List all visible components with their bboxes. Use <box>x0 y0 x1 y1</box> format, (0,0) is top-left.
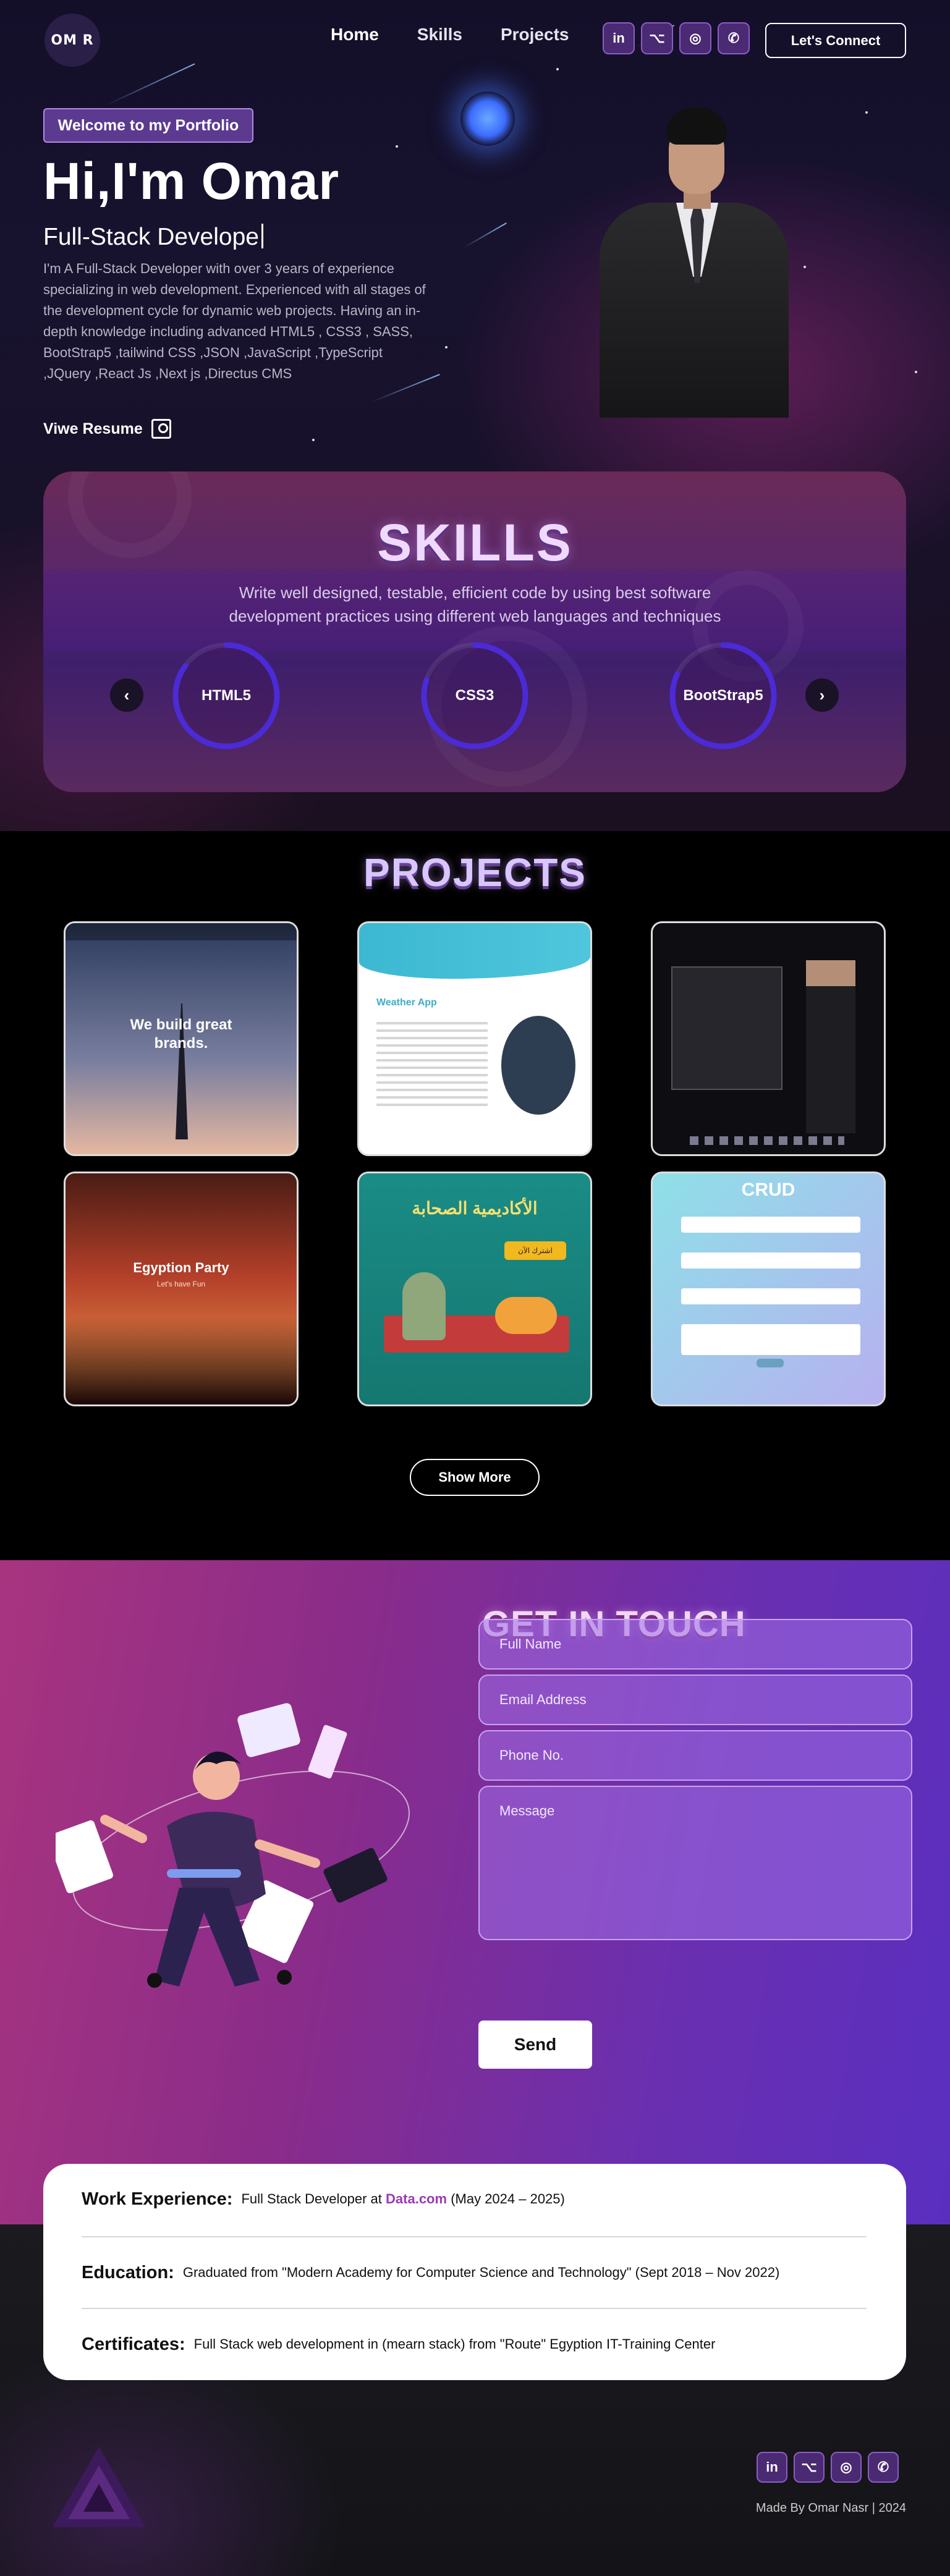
resume-label: Viwe Resume <box>43 420 143 437</box>
work-experience-row: Work Experience: Full Stack Developer at… <box>82 2164 867 2234</box>
education-row: Education: Graduated from "Modern Academ… <box>82 2237 867 2308</box>
skills-next-button[interactable]: › <box>805 678 839 712</box>
skills-description: Write well designed, testable, efficient… <box>229 583 721 625</box>
info-card: Work Experience: Full Stack Developer at… <box>43 2164 906 2380</box>
typed-role: Full-Stack Develope <box>43 224 259 250</box>
skill-ring-bootstrap5: BootStrap5 <box>666 639 780 753</box>
education-text: Graduated from "Modern Academy for Compu… <box>182 2265 780 2280</box>
skills-title: SKILLS <box>377 513 573 572</box>
instagram-icon[interactable]: ◎ <box>679 22 711 54</box>
star-decoration <box>312 439 315 441</box>
footer-social-links: in ⌥ ◎ ✆ <box>757 2452 899 2483</box>
nav-skills[interactable]: Skills <box>417 25 462 44</box>
projects-title: PROJECTS <box>363 850 587 895</box>
project-heading: الأكاديمية الصحابة <box>412 1199 538 1218</box>
contact-section: GET IN TOUCH Send <box>0 1560 950 2224</box>
linkedin-icon[interactable]: in <box>603 22 635 54</box>
whatsapp-icon[interactable]: ✆ <box>868 2452 899 2483</box>
certificates-label: Certificates: <box>82 2334 185 2354</box>
full-name-input[interactable] <box>478 1619 912 1670</box>
whatsapp-icon[interactable]: ✆ <box>718 22 750 54</box>
project-card[interactable] <box>651 921 886 1156</box>
logo-text: OM R <box>51 32 94 48</box>
project-card[interactable]: Weather App <box>357 921 592 1156</box>
nav-projects[interactable]: Projects <box>501 25 569 44</box>
show-more-button[interactable]: Show More <box>410 1459 540 1496</box>
star-decoration <box>915 371 917 373</box>
project-card[interactable]: الأكاديمية الصحابة اشترك الآن <box>357 1172 592 1406</box>
skills-prev-button[interactable]: ‹ <box>110 678 143 712</box>
welcome-badge: Welcome to my Portfolio <box>43 108 253 143</box>
star-decoration <box>396 145 398 148</box>
project-cta: اشترك الآن <box>504 1241 566 1260</box>
hero-subtitle: Full-Stack Develope <box>43 224 263 251</box>
lets-connect-button[interactable]: Let's Connect <box>765 23 906 58</box>
project-heading: We build great brands. <box>130 1016 232 1052</box>
view-resume-link[interactable]: Viwe Resume <box>43 419 171 439</box>
site-logo[interactable]: OM R <box>45 14 100 67</box>
work-text: Full Stack Developer at Data.com (May 20… <box>241 2191 565 2206</box>
skill-ring-css3: CSS3 <box>418 639 532 753</box>
nav-home[interactable]: Home <box>331 25 379 44</box>
message-textarea[interactable] <box>478 1786 912 1940</box>
project-card[interactable]: We build great brands. <box>64 921 299 1156</box>
hero-title: Hi,I'm Omar <box>43 152 340 210</box>
shooting-star <box>463 222 507 248</box>
project-heading: Egyption Party <box>133 1260 229 1275</box>
footer-logo <box>53 2447 145 2527</box>
projects-section: PROJECTS We build great brands. Weather … <box>0 831 950 1560</box>
profile-photo <box>593 104 795 418</box>
star-decoration <box>804 266 806 268</box>
project-subheading: Let's have Fun <box>156 1280 206 1288</box>
project-heading: Weather App <box>376 997 437 1008</box>
email-input[interactable] <box>478 1674 912 1725</box>
certificates-row: Certificates: Full Stack web development… <box>82 2309 867 2380</box>
education-label: Education: <box>82 2262 174 2283</box>
contact-illustration <box>56 1703 410 1988</box>
work-label: Work Experience: <box>82 2189 233 2209</box>
company-link[interactable]: Data.com <box>386 2191 447 2206</box>
glowing-orb-decoration <box>460 91 515 146</box>
star-decoration <box>556 68 559 70</box>
skill-label: BootStrap5 <box>683 687 763 704</box>
star-decoration <box>865 111 868 114</box>
star-decoration <box>445 346 447 348</box>
linkedin-icon[interactable]: in <box>757 2452 787 2483</box>
main-nav: Home Skills Projects <box>331 25 607 44</box>
typing-cursor <box>261 224 263 248</box>
phone-input[interactable] <box>478 1730 912 1781</box>
shooting-star <box>104 63 195 106</box>
project-card[interactable]: Egyption Party Let's have Fun <box>64 1172 299 1406</box>
skill-label: CSS3 <box>455 687 494 704</box>
skill-ring-html5: HTML5 <box>169 639 283 753</box>
hero-description: I'm A Full-Stack Developer with over 3 y… <box>43 261 426 381</box>
header-social-links: in ⌥ ◎ ✆ <box>603 22 750 54</box>
project-card[interactable]: CRUD <box>651 1172 886 1406</box>
github-icon[interactable]: ⌥ <box>641 22 673 54</box>
project-heading: CRUD <box>741 1180 795 1200</box>
instagram-icon[interactable]: ◎ <box>831 2452 862 2483</box>
skill-label: HTML5 <box>201 687 251 704</box>
github-icon[interactable]: ⌥ <box>794 2452 825 2483</box>
footer-credit: Made By Omar Nasr | 2024 <box>755 2501 906 2515</box>
send-button[interactable]: Send <box>478 2021 592 2069</box>
resume-icon <box>151 419 171 439</box>
certificates-text: Full Stack web development in (mearn sta… <box>193 2336 716 2352</box>
